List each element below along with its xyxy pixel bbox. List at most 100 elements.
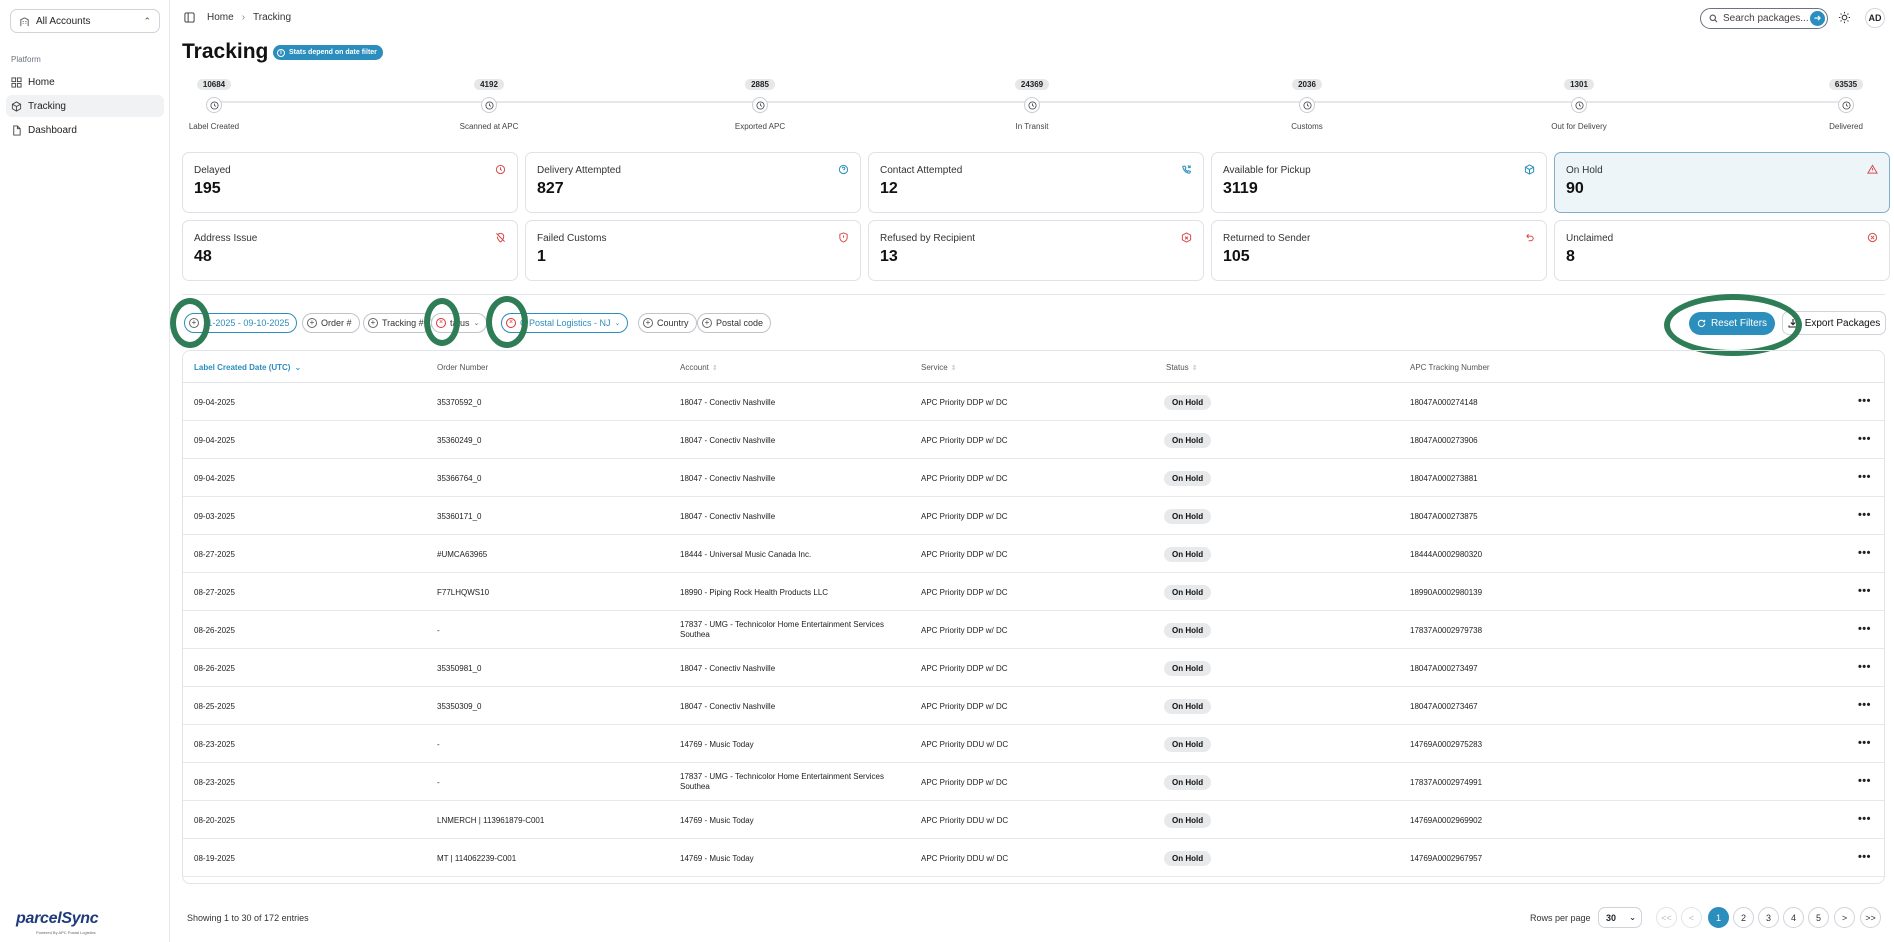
timeline-count-wrap: 4192 bbox=[439, 74, 539, 92]
tracking-filter[interactable]: + Tracking # bbox=[363, 313, 432, 333]
rows-per-page-select[interactable]: 30 ⌄ bbox=[1598, 907, 1642, 928]
cell-account: 18444 - Universal Music Canada Inc. bbox=[680, 550, 812, 559]
col-account[interactable]: Account ⇕ bbox=[680, 363, 718, 372]
table-row[interactable]: 08-26-2025 35350981_0 18047 - Conectiv Nas… bbox=[183, 649, 1884, 687]
cell-date: 09-04-2025 bbox=[194, 474, 235, 483]
breadcrumb-home[interactable]: Home bbox=[207, 12, 234, 23]
sidebar-toggle-icon[interactable] bbox=[184, 12, 195, 23]
cell-service: APC Priority DDP w/ DC bbox=[921, 436, 1008, 445]
timeline-step[interactable]: 24369 In Transit bbox=[982, 74, 1082, 131]
stat-card-value: 827 bbox=[537, 180, 564, 197]
cell-order-number: LNMERCH | 113961879-C001 bbox=[437, 816, 545, 825]
row-actions-button[interactable]: ••• bbox=[1858, 775, 1871, 787]
stat-card[interactable]: Unclaimed 8 bbox=[1554, 220, 1890, 281]
row-actions-button[interactable]: ••• bbox=[1858, 623, 1871, 635]
last-page-button[interactable]: >> bbox=[1860, 907, 1881, 928]
theme-toggle-sun-icon[interactable] bbox=[1838, 11, 1851, 24]
next-page-button[interactable]: > bbox=[1834, 907, 1855, 928]
table-row[interactable]: 08-23-2025 - 17837 - UMG - Technicolor Hom… bbox=[183, 763, 1884, 801]
row-actions-button[interactable]: ••• bbox=[1858, 661, 1871, 673]
cell-tracking-number: 18047A000273467 bbox=[1410, 702, 1478, 711]
col-service[interactable]: Service ⇕ bbox=[921, 363, 957, 372]
stats-info-text: Stats depend on date filter bbox=[289, 49, 377, 56]
first-page-button[interactable]: << bbox=[1656, 907, 1677, 928]
date-range-filter[interactable]: + 11-2025 - 09-10-2025 bbox=[184, 313, 298, 333]
sidebar-item-home[interactable]: Home bbox=[6, 71, 164, 93]
timeline-step[interactable]: 63535 Delivered bbox=[1796, 74, 1894, 131]
table-row[interactable]: 08-19-2025 MT | 114062239-C001 14769 - Mus… bbox=[183, 839, 1884, 877]
table-row[interactable]: 08-25-2025 35350309_0 18047 - Conectiv Nas… bbox=[183, 687, 1884, 725]
reset-filters-button[interactable]: Reset Filters bbox=[1689, 312, 1775, 335]
cell-service: APC Priority DDP w/ DC bbox=[921, 626, 1008, 635]
order-filter[interactable]: + Order # bbox=[302, 313, 360, 333]
page-3-button[interactable]: 3 bbox=[1758, 907, 1779, 928]
postal-code-filter-label: Postal code bbox=[716, 318, 764, 328]
col-label-created-date[interactable]: Label Created Date (UTC) ⌄ bbox=[194, 363, 301, 372]
row-actions-button[interactable]: ••• bbox=[1858, 737, 1871, 749]
account-filter[interactable]: × C Postal Logistics - NJ ⌄ bbox=[501, 313, 629, 333]
row-actions-button[interactable]: ••• bbox=[1858, 547, 1871, 559]
row-actions-button[interactable]: ••• bbox=[1858, 509, 1871, 521]
remove-filter-icon[interactable]: × bbox=[436, 318, 446, 328]
timeline-step[interactable]: 10684 Label Created bbox=[164, 74, 264, 131]
row-actions-button[interactable]: ••• bbox=[1858, 851, 1871, 863]
stat-card[interactable]: Refused by Recipient 13 bbox=[868, 220, 1204, 281]
cell-tracking-number: 18047A000273875 bbox=[1410, 512, 1478, 521]
page-2-button[interactable]: 2 bbox=[1733, 907, 1754, 928]
page-5-button[interactable]: 5 bbox=[1808, 907, 1829, 928]
timeline-step[interactable]: 4192 Scanned at APC bbox=[439, 74, 539, 131]
page-1-button[interactable]: 1 bbox=[1708, 907, 1729, 928]
table-row[interactable]: 09-04-2025 35366764_0 18047 - Conectiv Nas… bbox=[183, 459, 1884, 497]
row-actions-button[interactable]: ••• bbox=[1858, 471, 1871, 483]
stat-card[interactable]: On Hold 90 bbox=[1554, 152, 1890, 213]
table-row[interactable]: 08-27-2025 F77LHQWS10 18990 - Piping Rock … bbox=[183, 573, 1884, 611]
search-icon bbox=[1709, 14, 1718, 23]
stat-card[interactable]: Failed Customs 1 bbox=[525, 220, 861, 281]
remove-filter-icon[interactable]: × bbox=[506, 318, 516, 328]
country-filter[interactable]: + Country bbox=[638, 313, 697, 333]
timeline-step[interactable]: 2036 Customs bbox=[1257, 74, 1357, 131]
search-submit-button[interactable]: ➜ bbox=[1810, 11, 1825, 26]
stat-card[interactable]: Returned to Sender 105 bbox=[1211, 220, 1547, 281]
stat-card[interactable]: Delivery Attempted 827 bbox=[525, 152, 861, 213]
stat-card[interactable]: Delayed 195 bbox=[182, 152, 518, 213]
export-packages-button[interactable]: Export Packages bbox=[1782, 311, 1886, 335]
postal-code-filter[interactable]: + Postal code bbox=[697, 313, 772, 333]
account-filter-value: C Postal Logistics - NJ bbox=[520, 318, 611, 328]
row-actions-button[interactable]: ••• bbox=[1858, 813, 1871, 825]
prev-page-button[interactable]: < bbox=[1681, 907, 1702, 928]
row-actions-button[interactable]: ••• bbox=[1858, 585, 1871, 597]
timeline-dot bbox=[752, 97, 768, 113]
row-actions-button[interactable]: ••• bbox=[1858, 395, 1871, 407]
table-row[interactable]: 08-26-2025 - 17837 - UMG - Technicolor Hom… bbox=[183, 611, 1884, 649]
stat-card[interactable]: Address Issue 48 bbox=[182, 220, 518, 281]
plus-circle-icon: + bbox=[643, 318, 653, 328]
table-row[interactable]: 09-04-2025 35360249_0 18047 - Conectiv Nas… bbox=[183, 421, 1884, 459]
sidebar-item-tracking[interactable]: Tracking bbox=[6, 95, 164, 117]
cell-service: APC Priority DDP w/ DC bbox=[921, 474, 1008, 483]
col-status[interactable]: Status ⇕ bbox=[1166, 363, 1198, 372]
stat-card[interactable]: Available for Pickup 3119 bbox=[1211, 152, 1547, 213]
row-actions-button[interactable]: ••• bbox=[1858, 699, 1871, 711]
stat-card[interactable]: Contact Attempted 12 bbox=[868, 152, 1204, 213]
table-row[interactable]: 09-04-2025 35370592_0 18047 - Conectiv Nas… bbox=[183, 383, 1884, 421]
page-4-button[interactable]: 4 bbox=[1783, 907, 1804, 928]
download-icon bbox=[1788, 319, 1798, 328]
table-row[interactable]: 08-20-2025 LNMERCH | 113961879-C001 14769 … bbox=[183, 801, 1884, 839]
table-row[interactable]: 08-27-2025 #UMCA63965 18444 - Universal Mu… bbox=[183, 535, 1884, 573]
sidebar-item-dashboard[interactable]: Dashboard bbox=[6, 119, 164, 141]
row-actions-button[interactable]: ••• bbox=[1858, 433, 1871, 445]
cell-date: 08-20-2025 bbox=[194, 816, 235, 825]
account-selector[interactable]: All Accounts ⌃ bbox=[10, 9, 160, 33]
avatar[interactable]: AD bbox=[1865, 8, 1885, 28]
status-badge: On Hold bbox=[1164, 661, 1212, 676]
timeline-step[interactable]: 1301 Out for Delivery bbox=[1529, 74, 1629, 131]
cell-account: 18047 - Conectiv Nashville bbox=[680, 702, 776, 711]
table-row[interactable]: 08-23-2025 - 14769 - Music Today APC Priori… bbox=[183, 725, 1884, 763]
status-filter[interactable]: × tatus ⌄ bbox=[431, 313, 488, 333]
search-input[interactable]: Search packages... ➜ bbox=[1700, 8, 1828, 29]
timeline-step[interactable]: 2885 Exported APC bbox=[710, 74, 810, 131]
stat-card-value: 13 bbox=[880, 248, 898, 265]
question-icon bbox=[838, 164, 849, 175]
table-row[interactable]: 09-03-2025 35360171_0 18047 - Conectiv Nas… bbox=[183, 497, 1884, 535]
